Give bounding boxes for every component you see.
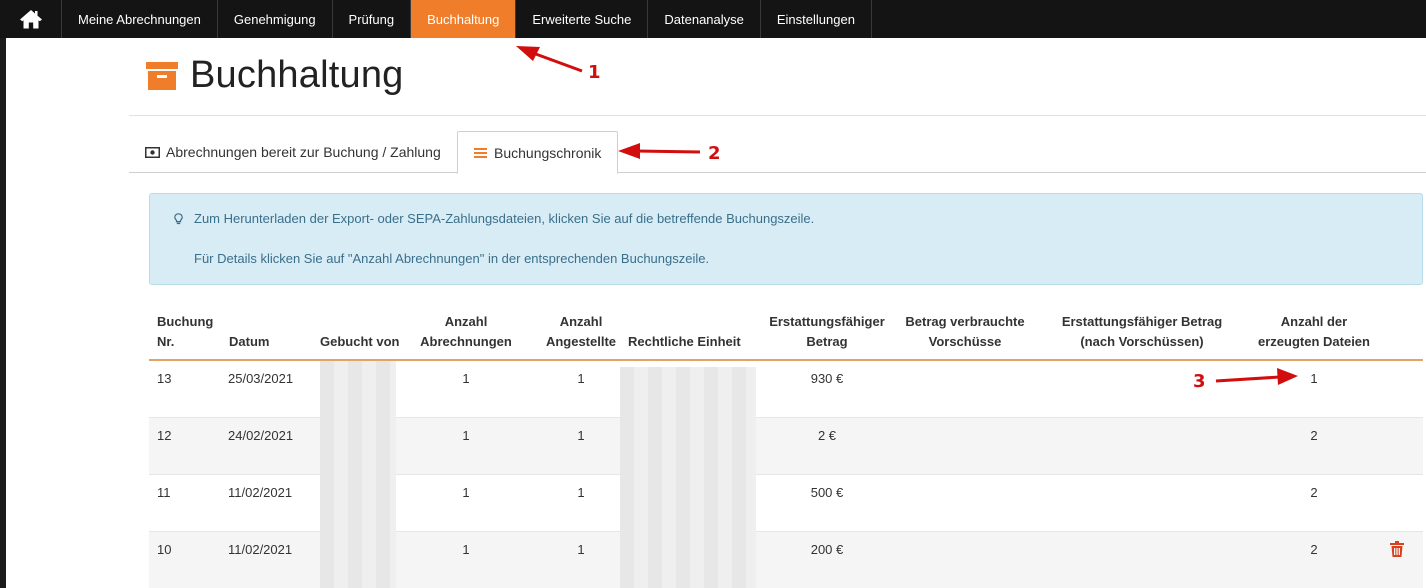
page-header: Buchhaltung (146, 54, 403, 97)
booking-history-table: Buchung Nr. Datum Gebucht von Anzahl Abrec… (149, 308, 1423, 588)
header-betrag-vorschuesse[interactable]: Betrag verbrauchte Vorschüsse (894, 312, 1036, 352)
cell-datum: 11/02/2021 (228, 485, 293, 500)
cell-nr: 10 (157, 542, 172, 557)
nav-datenanalyse[interactable]: Datenanalyse (648, 0, 761, 38)
nav-meine-abrechnungen[interactable]: Meine Abrechnungen (62, 0, 218, 38)
redacted-rechtliche-einheit (620, 367, 756, 418)
redacted-gebucht-von (320, 361, 396, 418)
cell-nr: 12 (157, 428, 172, 443)
tab-buchungschronik[interactable]: Buchungschronik (457, 131, 619, 174)
cell-anzahl-dateien: 2 (1310, 485, 1318, 500)
cell-betrag: 200 € (810, 542, 844, 557)
cell-anzahl-dateien: 2 (1310, 428, 1318, 443)
header-betrag-nach-vorschuessen[interactable]: Erstattungsfähiger Betrag (nach Vorschüss… (1049, 312, 1235, 352)
table-row[interactable]: 10 11/02/2021 1 1 200 € 2 (149, 532, 1423, 588)
header-buchung-nr[interactable]: Buchung Nr. (157, 312, 213, 352)
redacted-gebucht-von (320, 418, 396, 475)
header-datum[interactable]: Datum (229, 332, 269, 352)
archive-box-icon (146, 61, 178, 90)
header-rechtliche-einheit[interactable]: Rechtliche Einheit (628, 332, 741, 352)
cell-nr: 13 (157, 371, 172, 386)
redacted-gebucht-von (320, 532, 396, 588)
trash-icon[interactable] (1390, 541, 1404, 557)
nav-buchhaltung[interactable]: Buchhaltung (411, 0, 517, 46)
cell-nr: 11 (157, 485, 171, 500)
cell-betrag: 930 € (810, 371, 844, 386)
lightbulb-icon (174, 212, 183, 224)
table-row[interactable]: 13 25/03/2021 1 1 930 € 1 (149, 361, 1423, 418)
page-title: Buchhaltung (190, 54, 404, 96)
nav-genehmigung[interactable]: Genehmigung (218, 0, 333, 38)
nav-einstellungen[interactable]: Einstellungen (761, 0, 872, 38)
list-icon (474, 148, 487, 158)
cell-anzahl-angestellte: 1 (577, 428, 585, 443)
home-button[interactable] (0, 0, 62, 38)
redacted-rechtliche-einheit (620, 418, 756, 475)
top-navbar: Meine Abrechnungen Genehmigung Prüfung B… (0, 0, 1426, 46)
table-header: Buchung Nr. Datum Gebucht von Anzahl Abrec… (149, 308, 1423, 361)
header-erstattungsfaehiger-betrag[interactable]: Erstattungsfähiger Betrag (757, 312, 897, 352)
cell-anzahl-angestellte: 1 (577, 371, 585, 386)
nav-pruefung[interactable]: Prüfung (333, 0, 412, 38)
header-anzahl-abrechnungen[interactable]: Anzahl Abrechnungen (405, 312, 527, 352)
title-divider (129, 115, 1426, 116)
redacted-rechtliche-einheit (620, 532, 756, 588)
tab-bar: Abrechnungen bereit zur Buchung / Zahlun… (129, 131, 1426, 174)
cell-anzahl-dateien: 2 (1310, 542, 1318, 557)
table-row[interactable]: 12 24/02/2021 1 1 2 € 2 (149, 418, 1423, 475)
header-anzahl-dateien[interactable]: Anzahl der erzeugten Dateien (1244, 312, 1384, 352)
annotation-label-1: 1 (588, 62, 601, 83)
home-icon (19, 10, 42, 29)
header-anzahl-angestellte[interactable]: Anzahl Angestellte (529, 312, 633, 352)
cell-anzahl-abrechnungen[interactable]: 1 (405, 371, 527, 386)
cell-datum: 25/03/2021 (228, 371, 294, 386)
cell-anzahl-dateien: 1 (1310, 371, 1318, 386)
annotation-label-2: 2 (708, 143, 721, 164)
cell-betrag: 2 € (817, 428, 837, 443)
annotation-label-3: 3 (1193, 371, 1206, 392)
cell-datum: 11/02/2021 (228, 542, 293, 557)
tab-abrechnungen-bereit[interactable]: Abrechnungen bereit zur Buchung / Zahlun… (129, 131, 457, 173)
table-row[interactable]: 11 11/02/2021 1 1 500 € 2 (149, 475, 1423, 532)
main-content: Buchhaltung Abrechnungen bereit zur Buch… (6, 38, 1426, 588)
header-gebucht-von[interactable]: Gebucht von (320, 332, 399, 352)
cell-anzahl-angestellte: 1 (577, 542, 585, 557)
nav-erweiterte-suche[interactable]: Erweiterte Suche (516, 0, 649, 38)
cell-betrag: 500 € (810, 485, 844, 500)
info-line-download: Zum Herunterladen der Export- oder SEPA-… (174, 211, 814, 226)
redacted-rechtliche-einheit (620, 475, 756, 532)
info-line-details: Für Details klicken Sie auf "Anzahl Abre… (194, 251, 710, 266)
cell-anzahl-abrechnungen[interactable]: 1 (405, 485, 527, 500)
redacted-gebucht-von (320, 475, 396, 532)
cell-anzahl-abrechnungen[interactable]: 1 (405, 428, 527, 443)
cell-datum: 24/02/2021 (228, 428, 294, 443)
info-alert: Zum Herunterladen der Export- oder SEPA-… (149, 193, 1423, 285)
money-bill-icon (145, 146, 160, 158)
cell-anzahl-angestellte: 1 (577, 485, 585, 500)
cell-anzahl-abrechnungen[interactable]: 1 (405, 542, 527, 557)
